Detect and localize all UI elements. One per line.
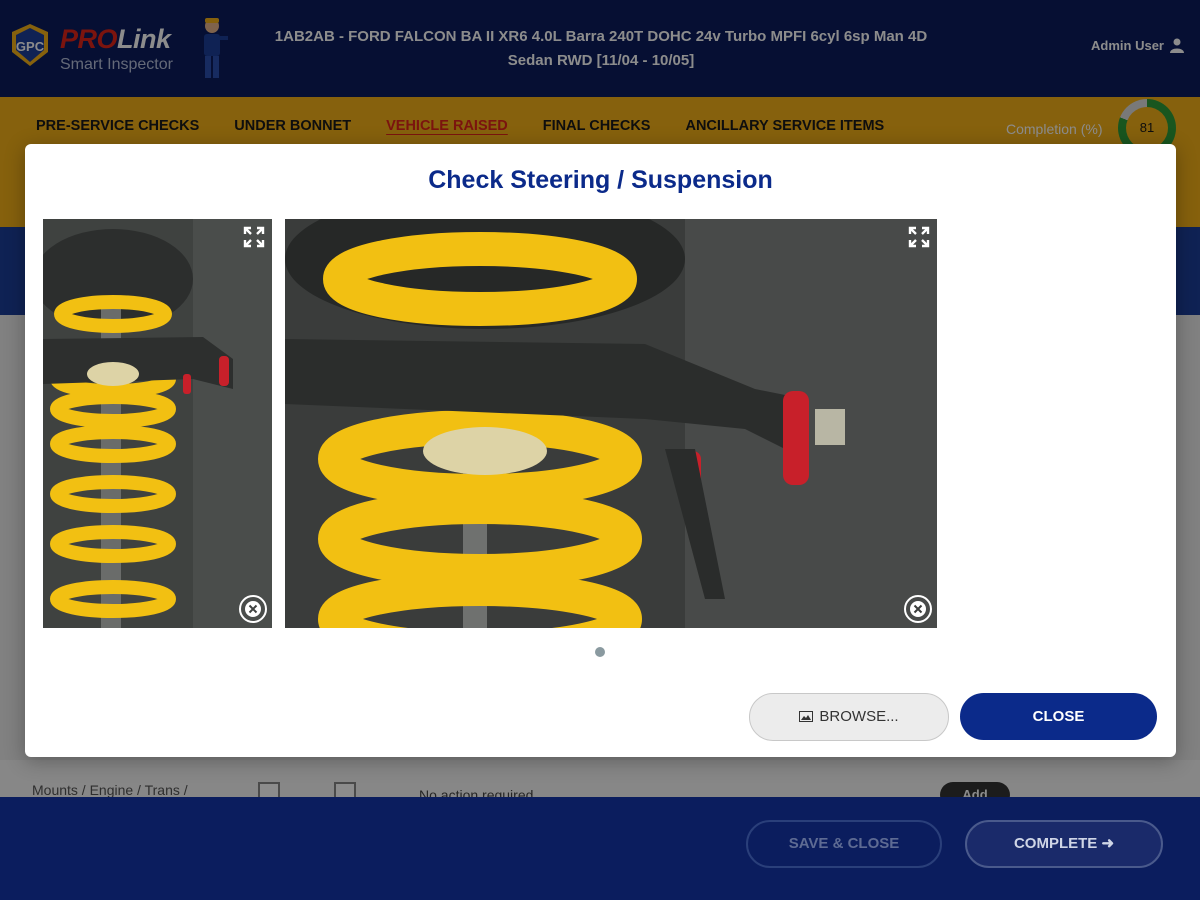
modal-title: Check Steering / Suspension — [428, 166, 773, 194]
photo-modal: Check Steering / Suspension BROWSE... CL… — [25, 144, 1176, 757]
remove-circle-icon[interactable] — [238, 594, 268, 624]
browse-button[interactable]: BROWSE... — [749, 693, 949, 741]
suspension-photo — [285, 219, 937, 628]
expand-icon[interactable] — [242, 225, 266, 249]
photo-thumbnail[interactable] — [43, 219, 272, 628]
close-button[interactable]: CLOSE — [960, 693, 1157, 740]
photo-thumbnail[interactable] — [285, 219, 937, 628]
expand-icon[interactable] — [907, 225, 931, 249]
carousel-page-dot[interactable] — [595, 647, 605, 657]
remove-circle-icon[interactable] — [903, 594, 933, 624]
arrow-right-icon: ➜ — [1101, 835, 1115, 852]
image-icon — [799, 711, 814, 722]
save-and-close-button[interactable]: SAVE & CLOSE — [746, 820, 942, 868]
complete-button[interactable]: COMPLETE ➜ — [965, 820, 1163, 868]
suspension-photo — [43, 219, 272, 628]
browse-label: BROWSE... — [819, 708, 899, 725]
complete-label: COMPLETE — [1013, 835, 1098, 852]
